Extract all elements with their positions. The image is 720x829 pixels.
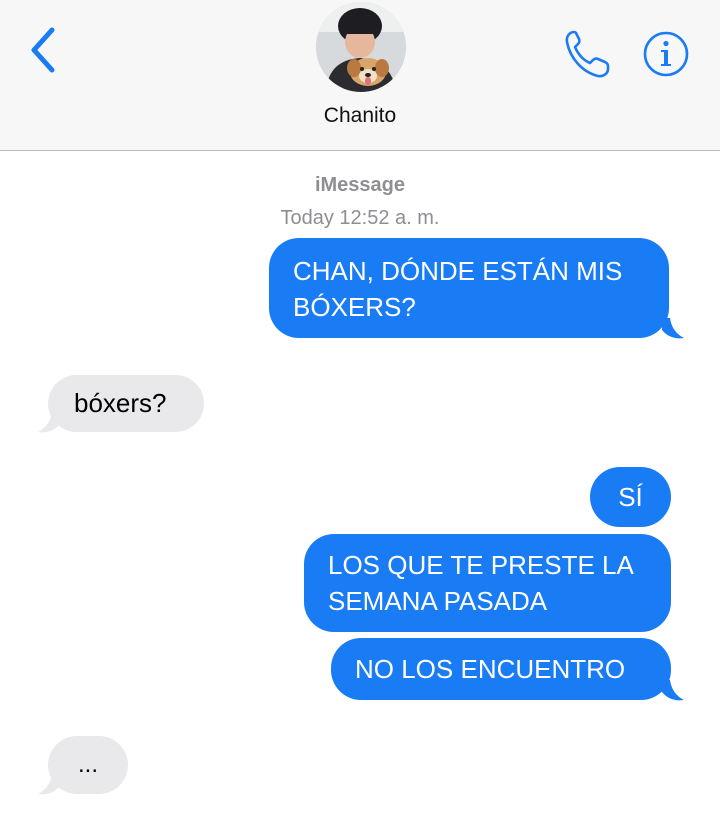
- message-text: bóxers?: [74, 388, 167, 418]
- message-text: ...: [77, 751, 98, 778]
- avatar-photo: [316, 2, 406, 92]
- contact-avatar[interactable]: [316, 2, 406, 92]
- message-text: LOS QUE TE PRESTE LA SEMANA PASADA: [328, 550, 633, 616]
- message-text: CHAN, DÓNDE ESTÁN MIS BÓXERS?: [293, 256, 623, 322]
- message-bubble-incoming[interactable]: bóxers?: [48, 375, 204, 432]
- conversation-screen: Chanito iMessage Today 12:52 a. m. CHAN,…: [0, 0, 720, 829]
- message-text: SÍ: [618, 482, 643, 512]
- chevron-left-icon: [31, 27, 55, 73]
- message-bubble-outgoing[interactable]: SÍ: [590, 467, 671, 527]
- phone-icon: [565, 30, 610, 78]
- conversation-header: Chanito: [0, 0, 720, 151]
- message-text: NO LOS ENCUENTRO: [355, 654, 626, 684]
- bubble-tail: [662, 318, 684, 339]
- contact-name[interactable]: Chanito: [0, 104, 720, 128]
- message-bubble-outgoing[interactable]: CHAN, DÓNDE ESTÁN MIS BÓXERS?: [269, 238, 669, 338]
- message-timestamp: Today 12:52 a. m.: [280, 207, 440, 229]
- call-button[interactable]: [562, 28, 612, 80]
- message-bubble-outgoing[interactable]: NO LOS ENCUENTRO: [331, 638, 671, 700]
- info-icon: [643, 31, 689, 77]
- bubble-tail: [662, 680, 684, 701]
- message-bubble-outgoing[interactable]: LOS QUE TE PRESTE LA SEMANA PASADA: [304, 534, 671, 632]
- bubble-tail: [38, 774, 60, 795]
- info-button[interactable]: [642, 30, 690, 78]
- service-label: iMessage: [314, 174, 406, 196]
- bubble-tail: [38, 412, 60, 433]
- back-button[interactable]: [22, 24, 66, 76]
- message-bubble-incoming[interactable]: ...: [48, 736, 128, 794]
